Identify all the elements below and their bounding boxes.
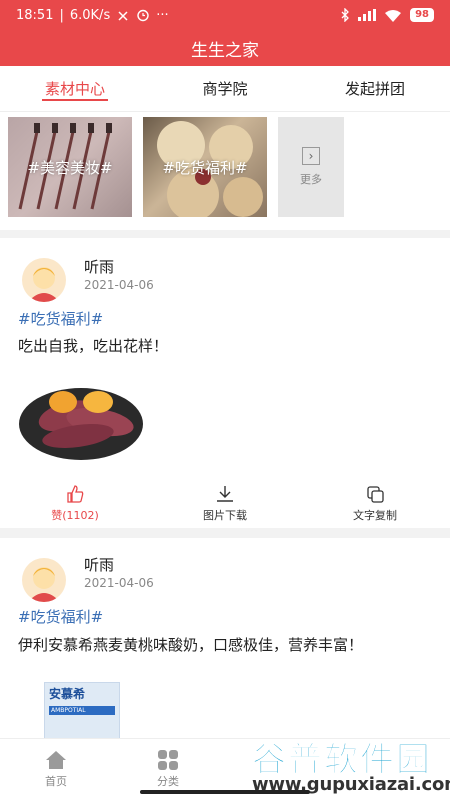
bluetooth-icon — [341, 8, 349, 22]
grid-icon — [158, 750, 178, 770]
yogurt-product-photo[interactable]: 安慕希 AMBPOTIAL — [44, 682, 120, 742]
network-speed: 6.0K/s — [69, 7, 111, 23]
user-avatar-icon — [28, 567, 60, 602]
tiktok-notification-icon — [118, 11, 128, 21]
category-beauty-card[interactable]: #美容美妆# — [8, 117, 132, 217]
user-avatar-icon — [28, 267, 60, 302]
post-date: 2021-04-06 — [84, 576, 154, 590]
nav-category-label: 分类 — [157, 775, 179, 788]
section-divider — [0, 528, 450, 538]
alarm-icon — [137, 9, 149, 22]
page-title: 生生之家 — [191, 40, 259, 61]
app-title-bar: 生生之家 — [0, 30, 450, 66]
post-card: 听雨 2021-04-06 #吃货福利# 伊利安慕希燕麦黄桃味酸奶，口感极佳，营… — [0, 538, 450, 742]
like-button[interactable]: 赞(1102) — [0, 478, 150, 528]
roasted-sweet-potato-photo[interactable] — [18, 372, 144, 462]
home-icon — [46, 751, 66, 769]
signal-icon — [358, 9, 377, 21]
category-food-label: #吃货福利# — [162, 158, 248, 177]
post-topic-tag[interactable]: #吃货福利# — [18, 606, 103, 627]
category-strip: #美容美妆# #吃货福利# › 更多 — [0, 112, 450, 230]
avatar[interactable] — [22, 558, 66, 602]
download-label: 图片下载 — [203, 508, 247, 522]
clock: 18:51 — [16, 7, 54, 23]
post-text: 伊利安慕希燕麦黄桃味酸奶，口感极佳，营养丰富！ — [18, 636, 364, 654]
post-author[interactable]: 听雨 — [84, 256, 114, 277]
section-divider — [0, 230, 450, 238]
download-image-button[interactable]: 图片下载 — [150, 478, 300, 528]
category-more-label: 更多 — [300, 173, 322, 186]
nav-home[interactable]: 首页 — [0, 739, 112, 800]
thumbs-up-icon — [67, 484, 84, 503]
download-icon — [217, 485, 233, 502]
tab-material-center[interactable]: 素材中心 — [0, 66, 150, 111]
category-more-card[interactable]: › 更多 — [278, 117, 344, 217]
wifi-icon — [385, 9, 402, 22]
post-action-bar: 赞(1102) 图片下载 文字复制 — [0, 478, 450, 528]
copy-icon — [367, 485, 384, 503]
post-date: 2021-04-06 — [84, 278, 154, 292]
product-brand: 安慕希 — [49, 687, 86, 701]
post-topic-tag[interactable]: #吃货福利# — [18, 308, 103, 329]
post-author[interactable]: 听雨 — [84, 554, 114, 575]
chevron-right-box-icon: › — [302, 147, 320, 165]
copy-label: 文字复制 — [353, 508, 397, 522]
top-tabs: 素材中心 商学院 发起拼团 — [0, 66, 450, 112]
tab-business-school[interactable]: 商学院 — [150, 66, 300, 111]
status-bar: 18:51 | 6.0K/s ··· 98 — [0, 0, 450, 30]
post-text: 吃出自我，吃出花样！ — [18, 337, 169, 355]
avatar[interactable] — [22, 258, 66, 302]
more-notifications-icon: ··· — [156, 7, 169, 23]
category-food-card[interactable]: #吃货福利# — [143, 117, 267, 217]
product-subtitle: AMBPOTIAL — [49, 706, 115, 715]
nav-home-label: 首页 — [45, 775, 67, 788]
gesture-home-bar[interactable] — [140, 790, 310, 794]
copy-text-button[interactable]: 文字复制 — [300, 478, 450, 528]
like-label: 赞(1102) — [51, 508, 99, 522]
battery-indicator: 98 — [410, 8, 434, 22]
category-beauty-label: #美容美妆# — [27, 158, 113, 177]
tab-start-group-buy[interactable]: 发起拼团 — [300, 66, 450, 111]
post-card: 听雨 2021-04-06 #吃货福利# 吃出自我，吃出花样！ 赞(1102) … — [0, 238, 450, 528]
